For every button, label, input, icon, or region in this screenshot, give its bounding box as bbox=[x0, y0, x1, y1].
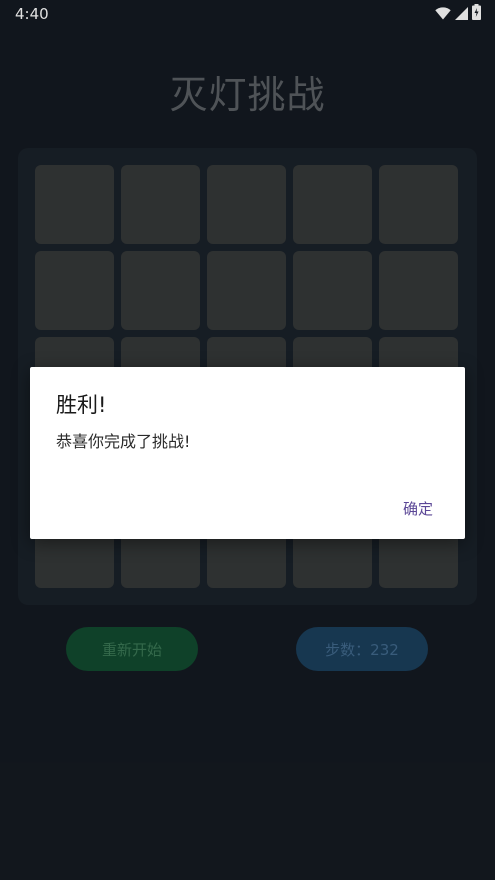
dialog-title: 胜利! bbox=[56, 393, 107, 417]
dialog-message: 恭喜你完成了挑战! bbox=[56, 432, 191, 451]
ok-button[interactable]: 确定 bbox=[403, 498, 433, 519]
victory-dialog: 胜利! 恭喜你完成了挑战! 确定 bbox=[30, 367, 465, 539]
